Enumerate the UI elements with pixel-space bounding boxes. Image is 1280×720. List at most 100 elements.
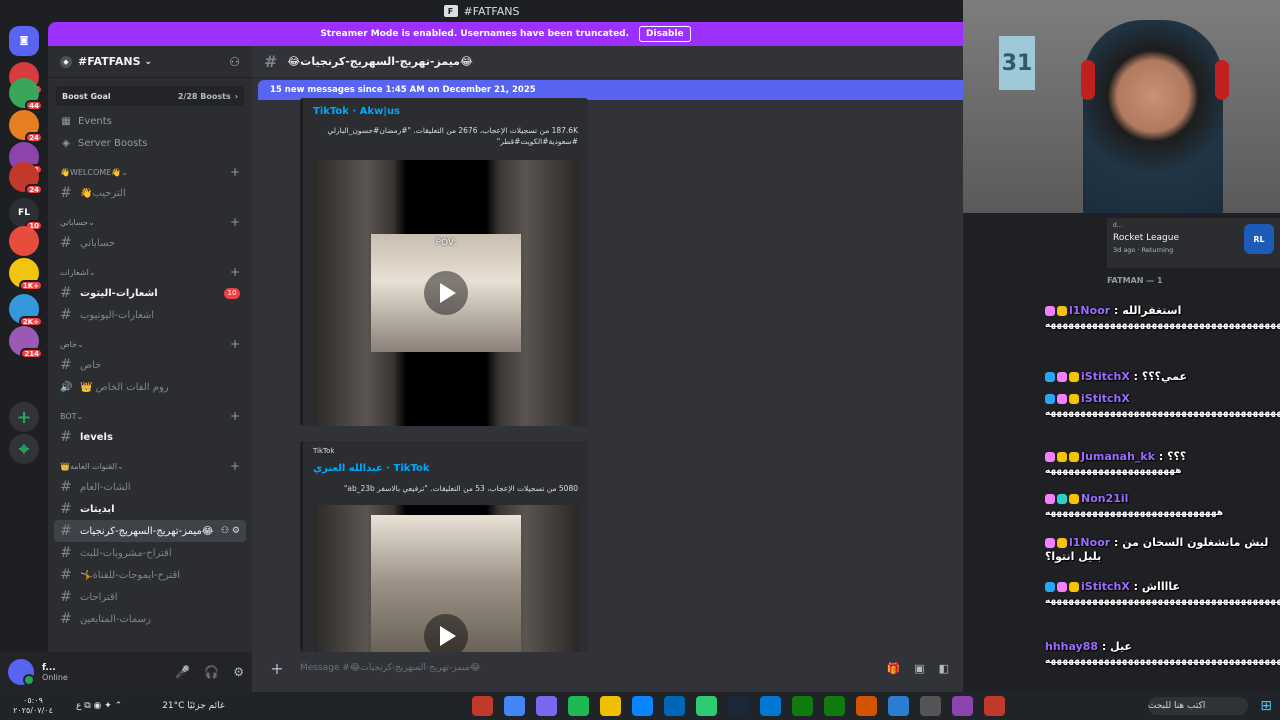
new-messages-bar[interactable]: 15 new messages since 1:45 AM on Decembe… bbox=[258, 80, 963, 100]
channel-settings-icon[interactable]: ⚇ ⚙ bbox=[221, 526, 240, 536]
chat-username: iStitchX bbox=[1081, 370, 1130, 383]
channel-item[interactable]: # اقترح-ايموجات-للقناة🤸 bbox=[54, 564, 246, 586]
channel-category[interactable]: 👋WELCOME👋 ⌄ + bbox=[48, 162, 252, 182]
server-icon[interactable]: 2K+ bbox=[9, 294, 43, 327]
category-name: اشعارات bbox=[60, 267, 89, 277]
nav-label: Server Boosts bbox=[78, 137, 148, 149]
channel-category[interactable]: حساباتي ⌄ + bbox=[48, 212, 252, 232]
channel-item[interactable]: # الشات-العام bbox=[54, 476, 246, 498]
activity-card[interactable]: d... Rocket League 3d ago · Returning RL bbox=[1107, 218, 1280, 268]
minecraft-icon[interactable] bbox=[696, 696, 717, 716]
chat-body: هههههههههههههههههههههههههههههههههههههههه… bbox=[1045, 320, 1280, 330]
system-tray-icons[interactable]: ع ⧉ ◉ ✦ ⌃ bbox=[76, 701, 122, 711]
app-icon[interactable] bbox=[536, 696, 557, 716]
server-header[interactable]: ◆ #FATFANS ⌄ ⚇ bbox=[48, 46, 252, 78]
boost-goal-bar[interactable]: Boost Goal 2/28 Boosts › bbox=[56, 86, 244, 106]
chrome-icon[interactable] bbox=[504, 696, 525, 716]
app-icon[interactable] bbox=[984, 696, 1005, 716]
server-icon[interactable]: 1K+ bbox=[9, 258, 43, 291]
nav-boost[interactable]: ◈ Server Boosts bbox=[48, 132, 252, 154]
microphone-icon[interactable]: 🎤 bbox=[175, 665, 190, 679]
sticker-icon[interactable]: ◧ bbox=[939, 662, 949, 675]
create-channel-icon[interactable]: + bbox=[230, 337, 240, 351]
play-button-icon[interactable] bbox=[424, 614, 468, 652]
spotify-icon[interactable] bbox=[568, 696, 589, 716]
channel-item[interactable]: 🔊 روم الفات الخاص 👑 bbox=[54, 376, 246, 398]
taskbar-search[interactable]: اكتب هنا للبحث bbox=[1148, 697, 1248, 715]
folder-icon[interactable] bbox=[600, 696, 621, 716]
discover-icon[interactable]: ⌖ bbox=[9, 434, 39, 464]
server-icon[interactable]: FL 10 bbox=[9, 198, 43, 231]
gif-icon[interactable]: ▣ bbox=[914, 662, 924, 675]
chat-badge-icon bbox=[1045, 582, 1055, 592]
clock[interactable]: ٠٥:٠٩ ٢٠٢٥/٠٧/٠٤ bbox=[0, 696, 66, 716]
app-root: F #FATFANS Streamer Mode is enabled. Use… bbox=[0, 0, 1280, 720]
server-icon[interactable]: 214 bbox=[9, 326, 43, 359]
weather-widget[interactable]: 21°C غائم جزئيًا bbox=[162, 701, 224, 711]
channel-category[interactable]: خاص ⌄ + bbox=[48, 334, 252, 354]
message-composer[interactable]: + Message #😂ميمز-تهريج-السهريج-كرنجيات😂 … bbox=[260, 652, 957, 684]
app-icon[interactable] bbox=[888, 696, 909, 716]
xbox-icon[interactable] bbox=[824, 696, 845, 716]
add-server-icon[interactable]: + bbox=[9, 402, 39, 432]
hash-icon: # bbox=[60, 589, 72, 605]
invite-people-icon[interactable]: ⚇ bbox=[229, 55, 240, 69]
channel-item[interactable]: # 😂ميمز-تهريج-السهريج-كرنجيات ⚇ ⚙ bbox=[54, 520, 246, 542]
chat-text: عيل bbox=[1110, 640, 1132, 653]
create-channel-icon[interactable]: + bbox=[230, 409, 240, 423]
server-icon[interactable]: 24 bbox=[9, 162, 43, 195]
vscode-icon[interactable] bbox=[664, 696, 685, 716]
mail-icon[interactable] bbox=[760, 696, 781, 716]
clock-date: ٢٠٢٥/٠٧/٠٤ bbox=[13, 706, 53, 715]
create-channel-icon[interactable]: + bbox=[230, 459, 240, 473]
start-button-icon[interactable]: ⊞ bbox=[1260, 698, 1272, 714]
server-icon[interactable]: ◙ bbox=[9, 26, 39, 56]
composer-placeholder: Message #😂ميمز-تهريج-السهريج-كرنجيات😂 bbox=[300, 663, 481, 673]
create-channel-icon[interactable]: + bbox=[230, 215, 240, 229]
create-channel-icon[interactable]: + bbox=[230, 165, 240, 179]
channel-category[interactable]: 👑القنوات العامه ⌄ + bbox=[48, 456, 252, 476]
chat-body: هههههههههههههههههههههههههههههههههههههههه… bbox=[1045, 408, 1280, 418]
channel-item[interactable]: # حساباتي bbox=[54, 232, 246, 254]
store-icon[interactable] bbox=[792, 696, 813, 716]
server-icon[interactable]: 44 bbox=[9, 78, 43, 111]
chat-message: iStitchX : عمي؟؟؟ bbox=[1045, 370, 1280, 384]
server-icon[interactable] bbox=[9, 226, 39, 256]
settings-icon[interactable] bbox=[920, 696, 941, 716]
settings-gear-icon[interactable]: ⚙ bbox=[233, 665, 244, 679]
app-icon[interactable] bbox=[952, 696, 973, 716]
steam-icon[interactable] bbox=[728, 696, 749, 716]
embed-video[interactable]: POV: bbox=[313, 160, 579, 426]
headphones-icon[interactable]: 🎧 bbox=[204, 665, 219, 679]
avatar[interactable] bbox=[8, 659, 35, 686]
chat-text: ؟؟؟ bbox=[1167, 450, 1187, 463]
chat-text: عمي؟؟؟ bbox=[1141, 370, 1188, 383]
create-channel-icon[interactable]: + bbox=[230, 265, 240, 279]
embed-title[interactable]: عبدالله العنزي · TikTok bbox=[313, 463, 429, 474]
server-icon[interactable]: 24 bbox=[9, 110, 43, 143]
channel-item[interactable]: # اشعارات-اليتوت 10 bbox=[54, 282, 246, 304]
channel-name: اشعارات-اليوتيوب bbox=[80, 309, 155, 321]
app-icon[interactable] bbox=[472, 696, 493, 716]
nav-calendar[interactable]: ▦ Events bbox=[48, 110, 252, 132]
channel-category[interactable]: BOT ⌄ + bbox=[48, 406, 252, 426]
gift-icon[interactable]: 🎁 bbox=[886, 662, 900, 675]
channel-item[interactable]: # اشعارات-اليوتيوب bbox=[54, 304, 246, 326]
disable-streamer-mode-button[interactable]: Disable bbox=[639, 26, 691, 42]
channel-item[interactable]: # اقتراح-مشروبات-للبث bbox=[54, 542, 246, 564]
category-name: خاص bbox=[60, 339, 78, 349]
tiktok-embed-2: TikTok عبدالله العنزي · TikTok 5080 من ت… bbox=[300, 441, 588, 652]
channel-item[interactable]: # خاص bbox=[54, 354, 246, 376]
channel-item[interactable]: # رسمات-المتابعين bbox=[54, 608, 246, 630]
channel-item[interactable]: # ابديتات bbox=[54, 498, 246, 520]
channel-item[interactable]: # levels bbox=[54, 426, 246, 448]
channel-item[interactable]: # الترحيب👋 bbox=[54, 182, 246, 204]
app-icon[interactable] bbox=[856, 696, 877, 716]
add-attachment-icon[interactable]: + bbox=[268, 659, 286, 678]
play-button-icon[interactable] bbox=[424, 271, 468, 315]
embed-video[interactable] bbox=[313, 505, 579, 652]
channel-category[interactable]: اشعارات ⌄ + bbox=[48, 262, 252, 282]
channel-item[interactable]: # اقتراحات bbox=[54, 586, 246, 608]
edge-icon[interactable] bbox=[632, 696, 653, 716]
embed-title[interactable]: TikTok · Akw|us bbox=[313, 106, 400, 117]
